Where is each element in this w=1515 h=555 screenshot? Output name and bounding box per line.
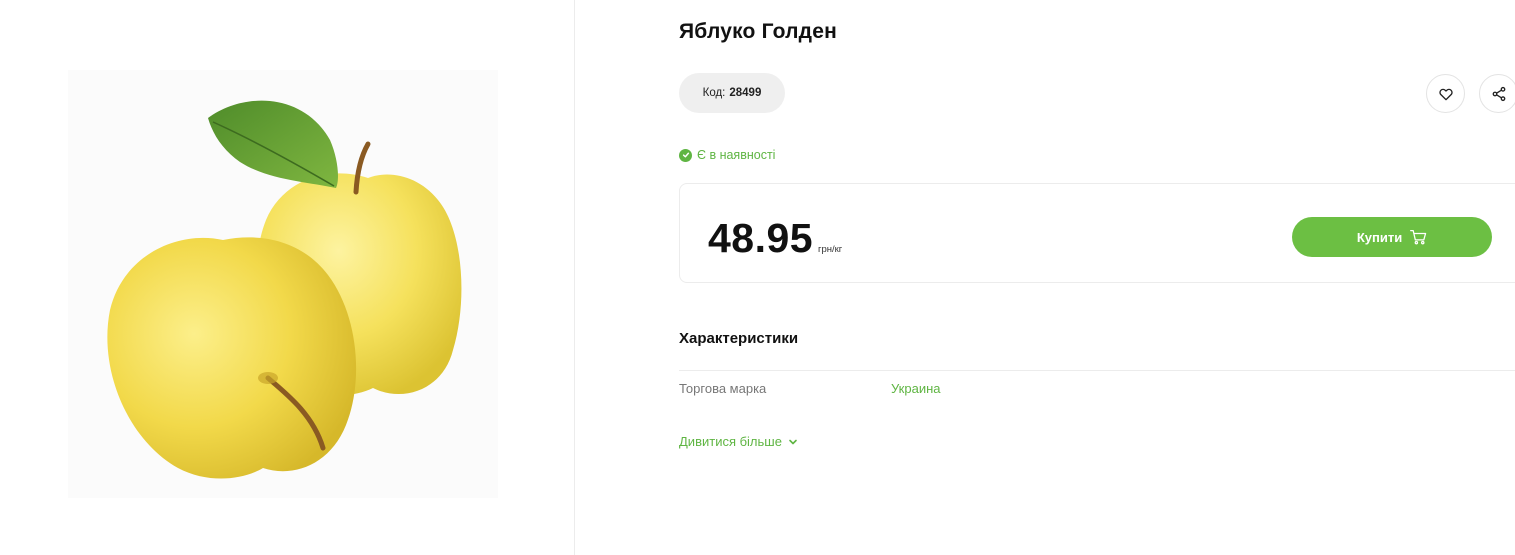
product-code-badge: Код: 28499 xyxy=(679,73,785,113)
characteristic-label: Торгова марка xyxy=(679,381,767,396)
favorite-button[interactable] xyxy=(1426,74,1465,113)
cart-icon xyxy=(1410,229,1427,245)
share-button[interactable] xyxy=(1479,74,1515,113)
price-card: 48.95 грн/кг Купити xyxy=(679,183,1515,283)
check-circle-icon xyxy=(679,148,692,162)
buy-button[interactable]: Купити xyxy=(1292,217,1492,257)
product-image[interactable] xyxy=(68,70,498,498)
characteristic-value-link[interactable]: Украина xyxy=(891,381,941,396)
price-unit: грн/кг xyxy=(818,244,843,255)
product-code-label: Код: xyxy=(702,87,726,99)
show-more-label: Дивитися більше xyxy=(679,434,782,449)
product-title: Яблуко Голден xyxy=(679,20,837,43)
product-info: Яблуко Голден Код: 28499 Є в наявності 4… xyxy=(679,0,1515,555)
show-more-link[interactable]: Дивитися більше xyxy=(679,434,798,449)
buy-button-label: Купити xyxy=(1356,229,1403,245)
heart-icon xyxy=(1438,88,1453,100)
share-icon xyxy=(1492,86,1505,101)
divider xyxy=(679,370,1515,371)
product-gallery xyxy=(0,0,575,555)
price-value: 48.95 xyxy=(708,215,814,261)
chevron-down-icon xyxy=(789,439,797,444)
characteristics-title: Характеристики xyxy=(679,330,799,347)
product-code-value: 28499 xyxy=(729,87,762,99)
stock-status: Є в наявності xyxy=(679,148,775,162)
stock-status-text: Є в наявності xyxy=(697,148,776,162)
